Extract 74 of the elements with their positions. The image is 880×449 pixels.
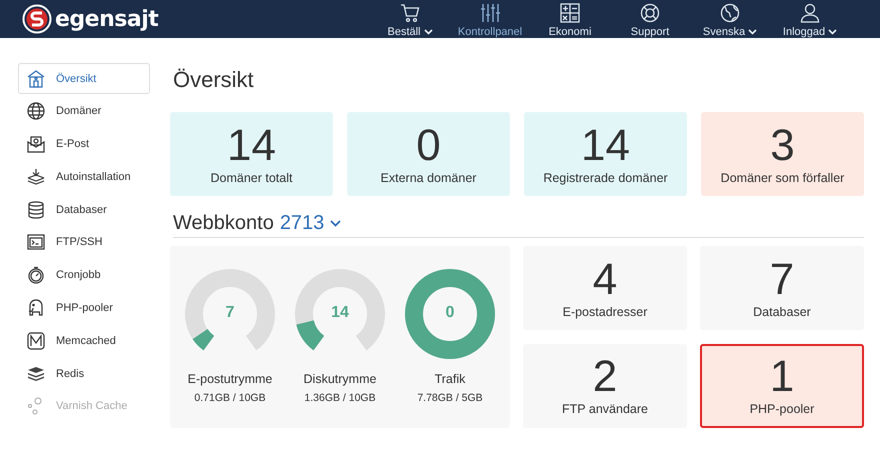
stat-value: 4 bbox=[592, 258, 618, 302]
database-icon bbox=[27, 200, 45, 219]
stat-value: 14 bbox=[227, 124, 276, 168]
stat-card[interactable]: 0 Externa domäner bbox=[347, 112, 510, 196]
stat-label: Databaser bbox=[753, 304, 811, 318]
stat-label: Domäner som förfaller bbox=[720, 170, 844, 184]
stat-value: 0 bbox=[416, 124, 441, 168]
sidebar-item[interactable]: Cronjobb bbox=[18, 260, 150, 291]
stat-value: 2 bbox=[592, 355, 618, 399]
stat-card[interactable]: 14 Domäner totalt bbox=[170, 112, 333, 196]
sidebar-item[interactable]: Översikt bbox=[18, 63, 150, 94]
sidebar-item[interactable]: Memcached bbox=[18, 325, 150, 356]
gauge-label: Diskutrymme bbox=[304, 372, 376, 386]
usage-text: 1.36GB / 10GB bbox=[304, 392, 376, 404]
logo-icon bbox=[22, 4, 52, 34]
gauge-value: 0 bbox=[444, 304, 456, 322]
logo-text: egensajt bbox=[55, 6, 158, 32]
stat-card[interactable]: 3 Domäner som förfaller bbox=[701, 112, 864, 196]
gauge-label: E-postutrymme bbox=[188, 372, 272, 386]
sidebar-item[interactable]: FTP/SSH bbox=[18, 226, 150, 258]
stat-card[interactable]: 1 PHP-pooler bbox=[700, 344, 864, 428]
nav-item[interactable]: Beställ bbox=[370, 0, 450, 38]
caret-icon bbox=[748, 28, 758, 34]
gauge-label: Trafik bbox=[434, 372, 466, 386]
calculator-icon bbox=[560, 2, 580, 22]
sidebar-item[interactable]: PHP-pooler bbox=[18, 292, 150, 324]
globe-icon bbox=[27, 102, 45, 120]
gauge-value: 14 bbox=[330, 304, 350, 322]
stat-label: FTP användare bbox=[562, 402, 648, 416]
page-title: Översikt bbox=[173, 67, 255, 93]
stat-value: 1 bbox=[770, 355, 794, 399]
install-icon bbox=[27, 168, 45, 186]
nav-item[interactable]: Kontrollpanel bbox=[450, 0, 530, 38]
chevron-icon[interactable] bbox=[330, 220, 342, 227]
gauge-value: 7 bbox=[224, 304, 236, 322]
sidebar-item[interactable]: Redis bbox=[18, 358, 150, 390]
sidebar-item[interactable]: E-Post bbox=[18, 128, 150, 160]
nav-item[interactable]: Svenska bbox=[690, 0, 770, 38]
user-icon bbox=[800, 2, 820, 22]
stat-card[interactable]: 4 E-postadresser bbox=[523, 246, 687, 330]
stopwatch-icon bbox=[27, 266, 45, 284]
terminal-icon bbox=[27, 233, 45, 252]
caret-icon bbox=[424, 28, 433, 34]
nav-item[interactable]: Inloggad bbox=[770, 0, 850, 38]
sidebar-item[interactable]: Autoinstallation bbox=[18, 161, 150, 192]
globe-icon bbox=[720, 2, 740, 22]
account-number[interactable]: 2713 bbox=[280, 212, 324, 235]
sliders-icon bbox=[480, 2, 500, 22]
stat-value: 14 bbox=[581, 124, 630, 168]
stat-card[interactable]: 7 Databaser bbox=[700, 246, 864, 330]
lifebuoy-icon bbox=[640, 2, 660, 22]
stack-icon bbox=[27, 364, 45, 383]
stat-label: Externa domäner bbox=[380, 170, 476, 184]
sidebar-item[interactable]: Domäner bbox=[18, 96, 150, 127]
stat-label: Registrerade domäner bbox=[543, 170, 668, 184]
stat-value: 3 bbox=[770, 124, 795, 168]
stat-card[interactable]: 2 FTP användare bbox=[523, 344, 687, 428]
house-icon bbox=[27, 70, 45, 88]
stat-label: E-postadresser bbox=[562, 304, 648, 318]
elephant-icon bbox=[27, 299, 45, 318]
nav-item[interactable]: Ekonomi bbox=[530, 0, 610, 38]
section-title: Webbkonto bbox=[173, 212, 274, 235]
stat-value: 7 bbox=[770, 258, 794, 302]
sidebar-item[interactable]: Databaser bbox=[18, 194, 150, 226]
caret-icon bbox=[828, 28, 838, 34]
stat-label: Domäner totalt bbox=[210, 170, 292, 184]
envelope-icon bbox=[27, 135, 45, 154]
nav-item[interactable]: Support bbox=[610, 0, 690, 38]
usage-text: 7.78GB / 5GB bbox=[417, 392, 483, 404]
stat-label: PHP-pooler bbox=[750, 402, 814, 416]
stat-card[interactable]: 14 Registrerade domäner bbox=[524, 112, 687, 196]
memcached-icon bbox=[27, 332, 45, 350]
cart-icon bbox=[400, 2, 420, 22]
usage-text: 0.71GB / 10GB bbox=[194, 392, 266, 404]
